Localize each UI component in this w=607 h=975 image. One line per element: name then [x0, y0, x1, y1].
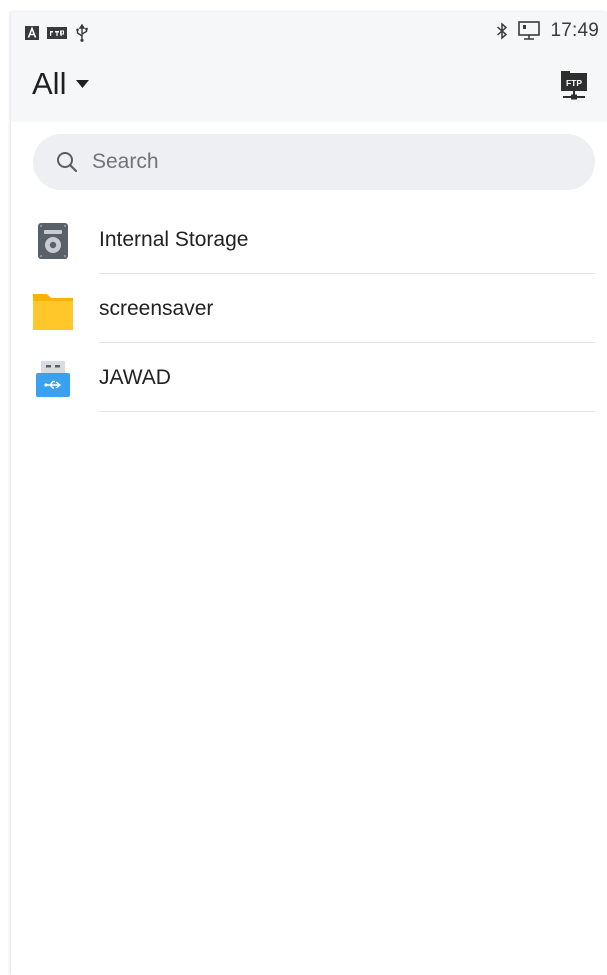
filter-label: All	[32, 66, 67, 101]
list-item-internal-storage[interactable]: Internal Storage	[11, 205, 607, 274]
list-item-jawad[interactable]: JAWAD	[11, 343, 607, 412]
list-item-label: screensaver	[99, 297, 214, 320]
ethernet-icon	[518, 21, 541, 40]
search-input[interactable]	[90, 149, 554, 175]
search-icon	[57, 152, 78, 173]
ftp-badge-text: FTP	[566, 78, 582, 88]
search-bar[interactable]	[33, 134, 595, 190]
status-bar: 17:49	[11, 12, 607, 52]
status-time: 17:49	[550, 20, 599, 41]
dropdown-arrow-icon	[76, 80, 90, 88]
list-item-label: JAWAD	[99, 366, 171, 389]
usb-drive-icon	[36, 361, 70, 397]
list-divider	[99, 411, 595, 412]
list-item-label: Internal Storage	[99, 228, 249, 251]
usb-icon	[76, 24, 88, 42]
storage-list: Internal Storage screensaver JAWAD	[11, 205, 607, 412]
ftp-server-button[interactable]: FTP	[559, 70, 589, 102]
bluetooth-icon	[497, 22, 508, 40]
status-system-icons: 17:49	[496, 20, 599, 42]
ftp-small-icon	[47, 27, 67, 39]
internal-storage-icon	[38, 223, 68, 259]
app-bar: All FTP	[11, 52, 607, 122]
keyboard-a-icon	[25, 26, 39, 40]
status-notification-icons	[25, 24, 89, 42]
folder-icon	[33, 294, 73, 330]
file-manager-screen: 17:49 All FTP Search Internal Storage sc…	[11, 12, 607, 975]
list-item-screensaver[interactable]: screensaver	[11, 274, 607, 343]
filter-dropdown[interactable]: All	[32, 66, 90, 102]
ftp-server-icon: FTP	[561, 71, 587, 100]
